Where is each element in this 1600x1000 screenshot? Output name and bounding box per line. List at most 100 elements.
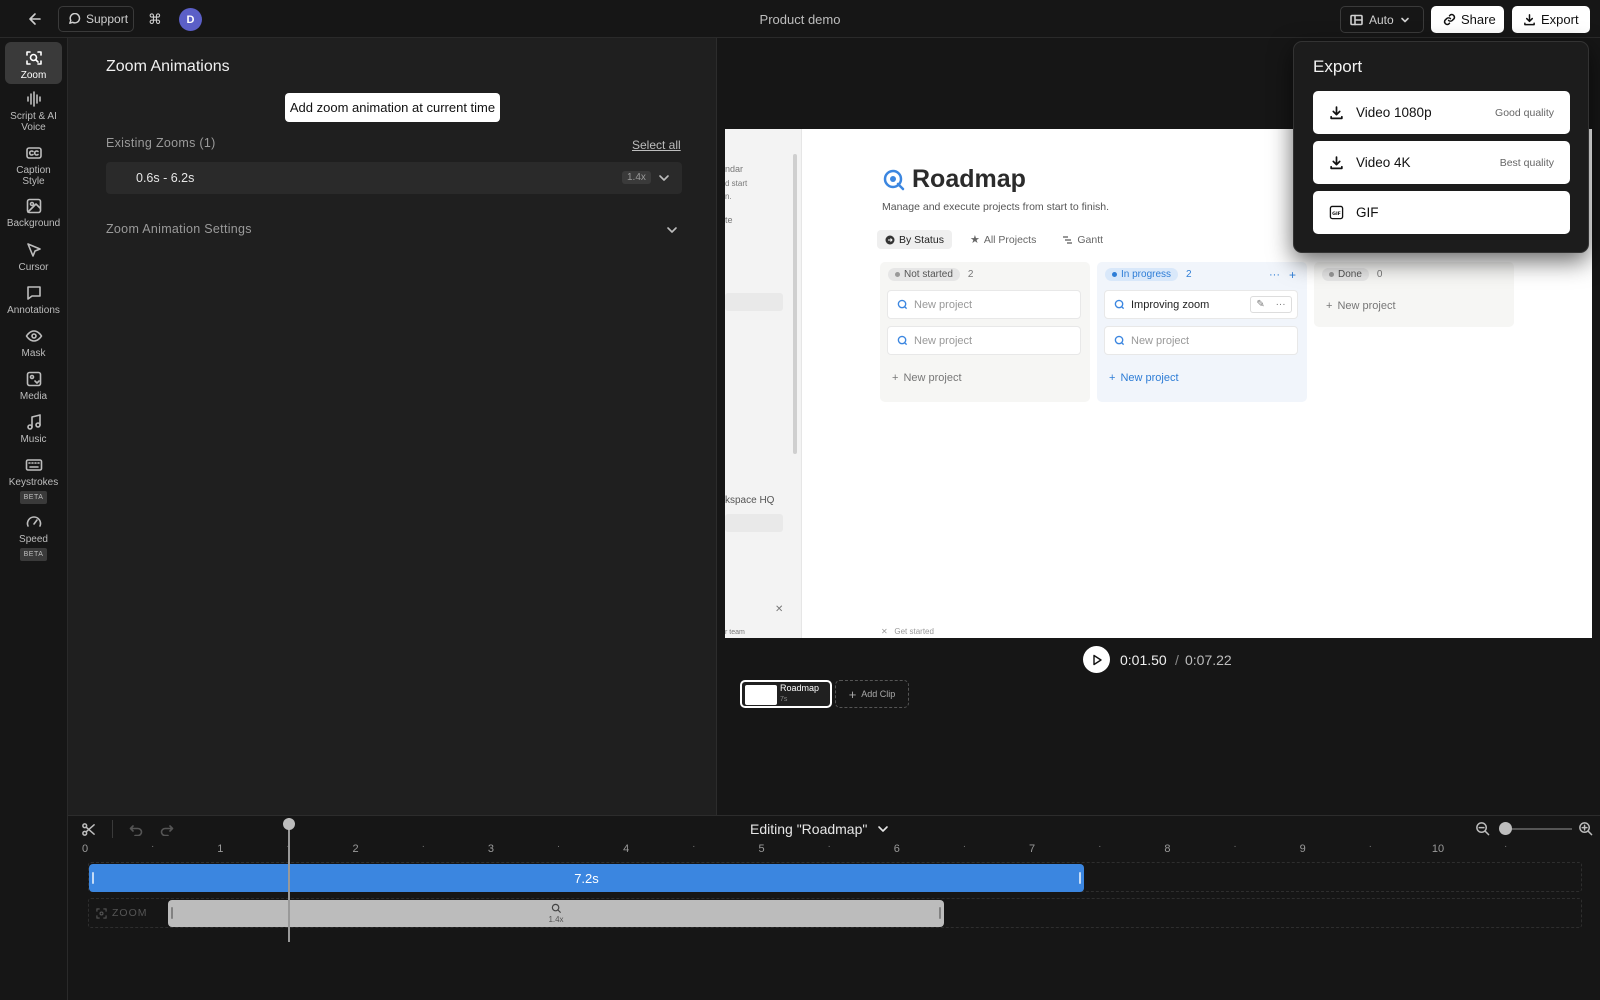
ruler-tick-label: 8 (1164, 843, 1171, 855)
top-bar: Support ⌘ D Product demo Auto Share Expo… (0, 0, 1600, 38)
zoom-settings-toggle[interactable]: Zoom Animation Settings (106, 222, 252, 236)
tool-zoom[interactable]: Zoom (5, 42, 62, 84)
tab-all-projects[interactable]: ★ All Projects (962, 230, 1044, 249)
plus-icon[interactable]: + (1289, 268, 1296, 282)
play-button[interactable] (1083, 646, 1110, 673)
tab-label: Gantt (1077, 233, 1104, 246)
zoom-icon (96, 907, 107, 919)
column-header: Done 0 (1322, 268, 1382, 281)
more-icon[interactable]: ··· (1269, 269, 1280, 281)
zoom-segment[interactable]: 1.4x (168, 900, 944, 927)
card-actions[interactable]: ✎ ··· (1250, 296, 1292, 313)
zoom-panel: Zoom Animations Add zoom animation at cu… (68, 38, 717, 815)
tool-label: Keystrokes (8, 477, 59, 488)
zoom-handle-left[interactable] (171, 907, 174, 919)
ruler-tick-label: 10 (1431, 843, 1445, 855)
video-clip-track[interactable]: 7.2s (89, 864, 1084, 892)
trim-handle-right[interactable] (1079, 872, 1081, 884)
avatar[interactable]: D (179, 8, 202, 31)
export-video-4k[interactable]: Video 4K Best quality (1313, 141, 1570, 184)
download-icon (1524, 14, 1535, 26)
tool-cursor[interactable]: Cursor (5, 241, 62, 273)
timeline-ruler[interactable]: 0·1·2·3·4·5·6·7·8·9·10· (82, 841, 1588, 863)
clip-thumbnail[interactable]: Roadmap 7s (740, 680, 832, 708)
zoom-item[interactable]: 0.6s - 6.2s 1.4x (106, 162, 682, 194)
tool-background[interactable]: Background (5, 197, 62, 229)
timeline-zoom-slider[interactable] (1504, 828, 1572, 830)
tool-speed[interactable]: Speed BETA (5, 513, 62, 561)
add-clip-button[interactable]: + Add Clip (835, 680, 909, 708)
project-card[interactable]: Improving zoom ✎ ··· (1104, 290, 1298, 319)
export-video-1080p[interactable]: Video 1080p Good quality (1313, 91, 1570, 134)
support-button[interactable]: Support (58, 6, 134, 32)
aspect-ratio-select[interactable]: Auto (1340, 6, 1424, 33)
new-project-button[interactable]: + New project (1109, 372, 1179, 384)
add-clip-label: Add Clip (861, 689, 896, 699)
select-all-link[interactable]: Select all (632, 138, 681, 152)
undo-icon[interactable] (129, 824, 143, 836)
board-column: In progress 2 ··· + Improving zoom ✎ ··· … (1097, 262, 1307, 402)
export-gif[interactable]: GIF GIF (1313, 191, 1570, 234)
tool-music[interactable]: Music (5, 413, 62, 445)
project-icon (897, 335, 908, 346)
timeline-title[interactable]: Editing "Roadmap" (750, 821, 889, 837)
gantt-icon (1063, 235, 1073, 244)
zoom-in-icon[interactable] (1578, 821, 1593, 836)
board-column: Not started 2 New project New project + … (880, 262, 1090, 402)
zoom-handle-right[interactable] (938, 907, 941, 919)
close-icon: ✕ (775, 604, 784, 615)
tool-annotations[interactable]: Annotations (5, 284, 62, 316)
arrow-left-icon (29, 13, 41, 25)
tool-script-ai-voice[interactable]: Script & AI Voice (5, 90, 62, 133)
status-pill: Done (1322, 268, 1369, 281)
project-card[interactable]: New project (887, 326, 1081, 355)
slider-handle[interactable] (1499, 822, 1512, 835)
aspect-ratio-label: Auto (1369, 12, 1394, 27)
ruler-minor-tick: · (827, 841, 831, 852)
tool-mask[interactable]: Mask (5, 327, 62, 359)
more-icon[interactable]: ··· (1276, 299, 1286, 310)
add-zoom-button[interactable]: Add zoom animation at current time (285, 93, 500, 122)
project-card[interactable]: New project (1104, 326, 1298, 355)
redo-icon[interactable] (160, 824, 174, 836)
ruler-tick-label: 6 (893, 843, 900, 855)
edit-icon[interactable]: ✎ (1256, 299, 1264, 310)
tab-gantt[interactable]: Gantt (1054, 230, 1111, 249)
export-option-quality: Good quality (1495, 106, 1554, 119)
share-button[interactable]: Share (1431, 6, 1504, 33)
scissors-icon[interactable] (81, 822, 96, 837)
zoom-out-icon[interactable] (1475, 821, 1490, 836)
playhead-handle[interactable] (282, 818, 295, 830)
get-started-link: ✕ Get started (881, 627, 934, 636)
export-option-name: GIF (1356, 205, 1379, 220)
new-project-button[interactable]: + New project (1326, 300, 1396, 312)
link-icon (1443, 13, 1456, 26)
support-label: Support (86, 12, 129, 26)
command-icon[interactable]: ⌘ (148, 11, 162, 28)
back-button[interactable] (26, 10, 46, 28)
tool-media[interactable]: Media (5, 370, 62, 402)
tool-keystrokes[interactable]: Keystrokes BETA (5, 456, 62, 504)
export-option-quality: Best quality (1499, 156, 1554, 169)
export-button[interactable]: Export (1512, 6, 1590, 33)
new-project-button[interactable]: + New project (892, 372, 962, 384)
chevron-down-icon[interactable] (666, 225, 678, 235)
export-label: Export (1541, 12, 1579, 27)
tab-by-status[interactable]: By Status (877, 230, 952, 249)
app-sidebar: ndar d start n. te kspace HQ ✕ r team (725, 129, 802, 638)
playhead[interactable] (282, 818, 295, 942)
trim-handle-left[interactable] (92, 872, 94, 884)
chevron-down-icon[interactable] (658, 173, 670, 183)
waveform-icon (26, 91, 41, 107)
sidebar-text: ndar (725, 164, 744, 174)
zoom-icon (25, 51, 42, 65)
zoom-range: 0.6s - 6.2s (136, 171, 195, 185)
plus-icon: + (1109, 372, 1116, 384)
project-card[interactable]: New project (887, 290, 1081, 319)
export-option-name: Video 4K (1356, 155, 1411, 170)
music-icon (26, 414, 41, 430)
status-label: Not started (904, 269, 953, 280)
zoom-segment-multiplier: 1.4x (548, 915, 564, 924)
tool-caption-style[interactable]: Caption Style (5, 144, 62, 187)
zoom-track-label: ZOOM (96, 907, 148, 919)
